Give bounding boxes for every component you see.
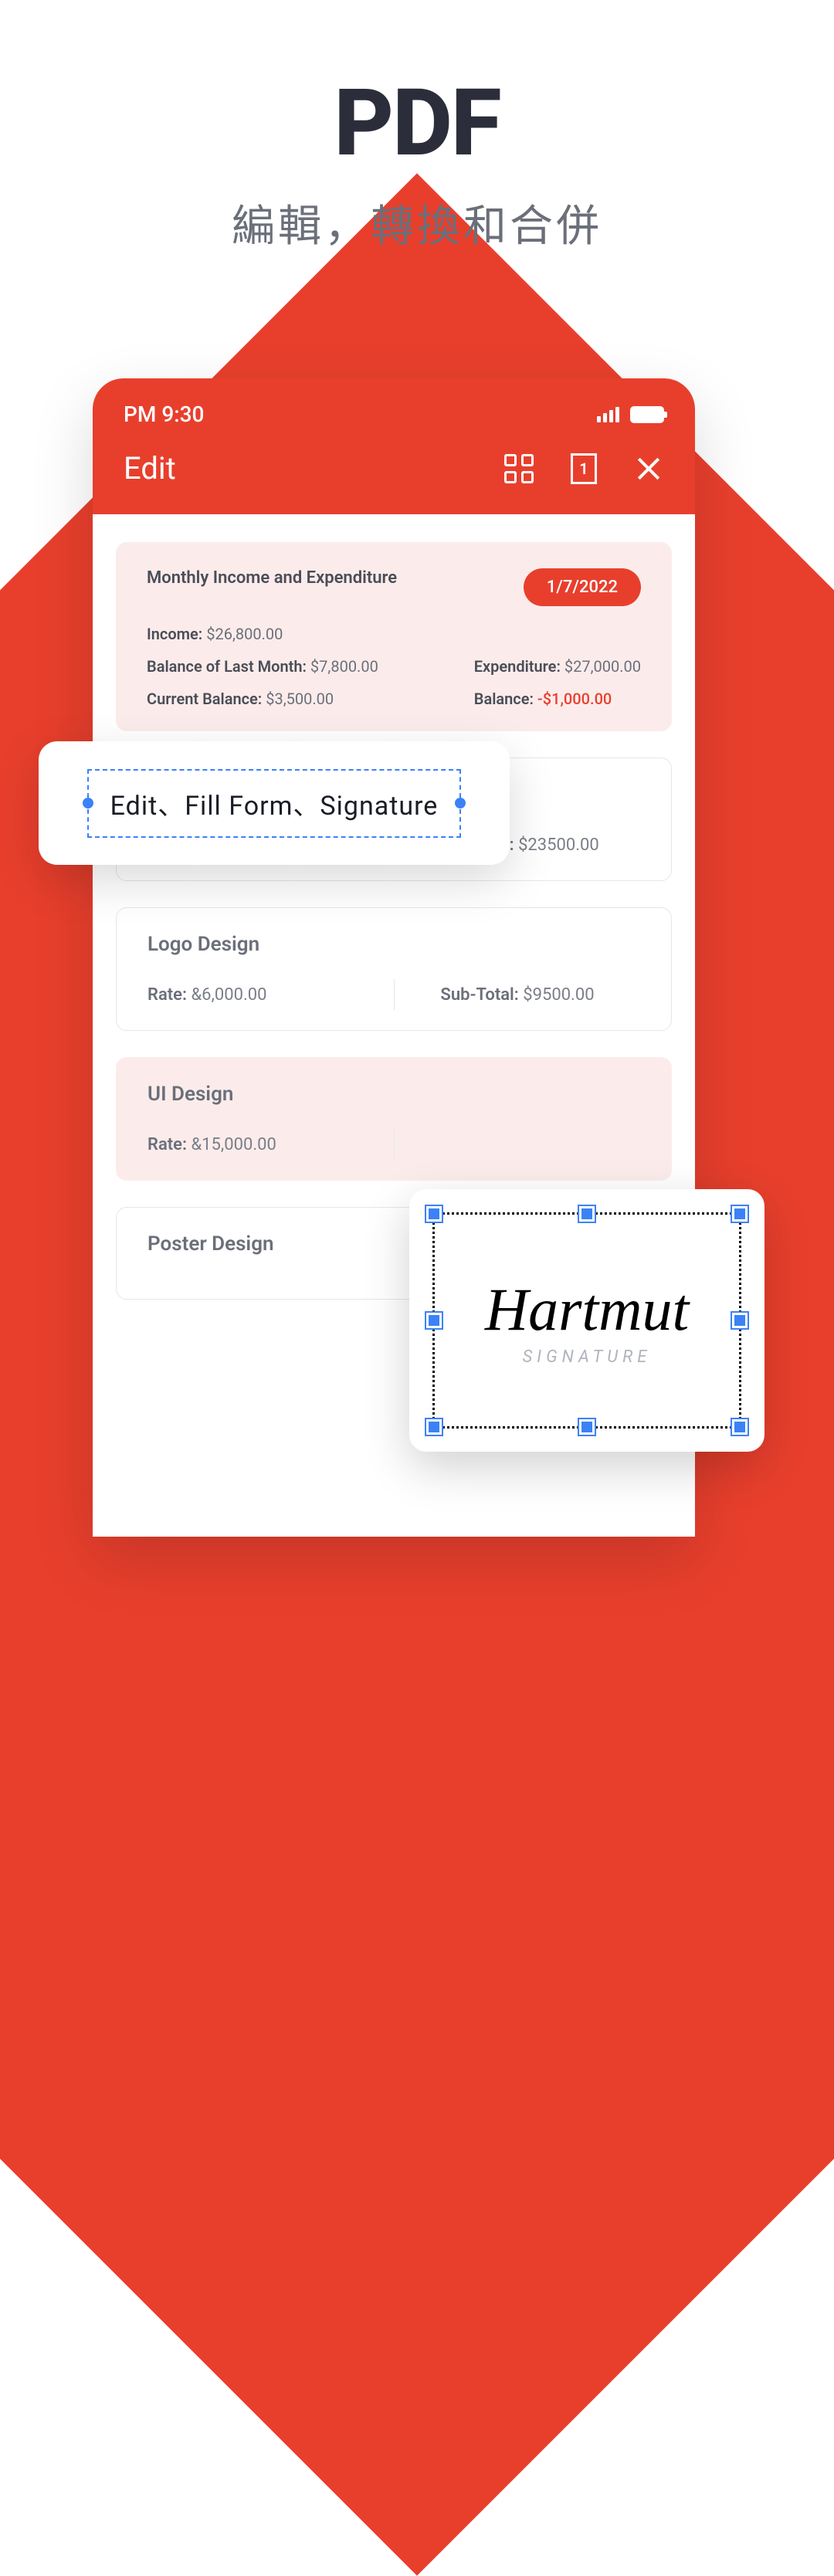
text-edit-popup[interactable]: Edit、Fill Form、Signature: [39, 741, 510, 865]
signature-box[interactable]: Hartmut SIGNATURE: [432, 1212, 741, 1429]
resize-handle[interactable]: [579, 1419, 595, 1435]
close-button[interactable]: [633, 453, 664, 484]
signal-icon: [597, 407, 619, 422]
resize-handle[interactable]: [426, 1206, 442, 1222]
summary-title: Monthly Income and Expenditure: [147, 568, 397, 588]
text-selection-box[interactable]: Edit、Fill Form、Signature: [87, 769, 462, 838]
close-icon: [635, 455, 663, 483]
item-title: Logo Design: [147, 933, 640, 956]
resize-handle[interactable]: [732, 1313, 748, 1328]
status-time: PM 9:30: [124, 402, 204, 427]
hero-subtitle: 編輯，轉換和合併: [0, 192, 834, 254]
balance-last-line: Balance of Last Month: $7,800.00: [147, 657, 378, 676]
resize-handle[interactable]: [426, 1313, 442, 1328]
hero-title: PDF: [0, 69, 834, 178]
page-count: 1: [579, 459, 588, 478]
page-count-button[interactable]: 1: [568, 453, 599, 484]
resize-handle[interactable]: [426, 1419, 442, 1435]
balance-line: Balance: -$1,000.00: [474, 690, 641, 708]
item-title: UI Design: [147, 1083, 640, 1106]
grid-view-button[interactable]: [503, 453, 534, 484]
grid-icon: [504, 454, 534, 483]
income-line: Income: $26,800.00: [147, 625, 378, 643]
expenditure-line: Expenditure: $27,000.00: [474, 657, 641, 676]
battery-icon: [630, 406, 664, 423]
selection-handle-left[interactable]: [83, 798, 93, 808]
summary-card: Monthly Income and Expenditure 1/7/2022 …: [116, 542, 672, 731]
signature-popup[interactable]: Hartmut SIGNATURE: [409, 1189, 764, 1452]
selection-handle-right[interactable]: [455, 798, 466, 808]
page-icon: 1: [571, 453, 597, 484]
resize-handle[interactable]: [732, 1206, 748, 1222]
resize-handle[interactable]: [579, 1206, 595, 1222]
hero: PDF 編輯，轉換和合併: [0, 0, 834, 254]
date-pill[interactable]: 1/7/2022: [524, 568, 641, 606]
item-card-ui[interactable]: UI Design Rate: &15,000.00: [116, 1057, 672, 1181]
status-bar: PM 9:30: [93, 378, 695, 442]
signature-name: Hartmut: [485, 1275, 689, 1344]
signature-label: SIGNATURE: [523, 1347, 652, 1367]
resize-handle[interactable]: [732, 1419, 748, 1435]
current-balance-line: Current Balance: $3,500.00: [147, 690, 378, 708]
edit-popup-text: Edit、Fill Form、Signature: [110, 791, 439, 822]
spacer: [474, 625, 641, 643]
app-bar: Edit 1: [93, 442, 695, 514]
item-card-logo[interactable]: Logo Design Rate: &6,000.00 Sub-Total: $…: [116, 907, 672, 1031]
appbar-title: Edit: [124, 450, 176, 486]
